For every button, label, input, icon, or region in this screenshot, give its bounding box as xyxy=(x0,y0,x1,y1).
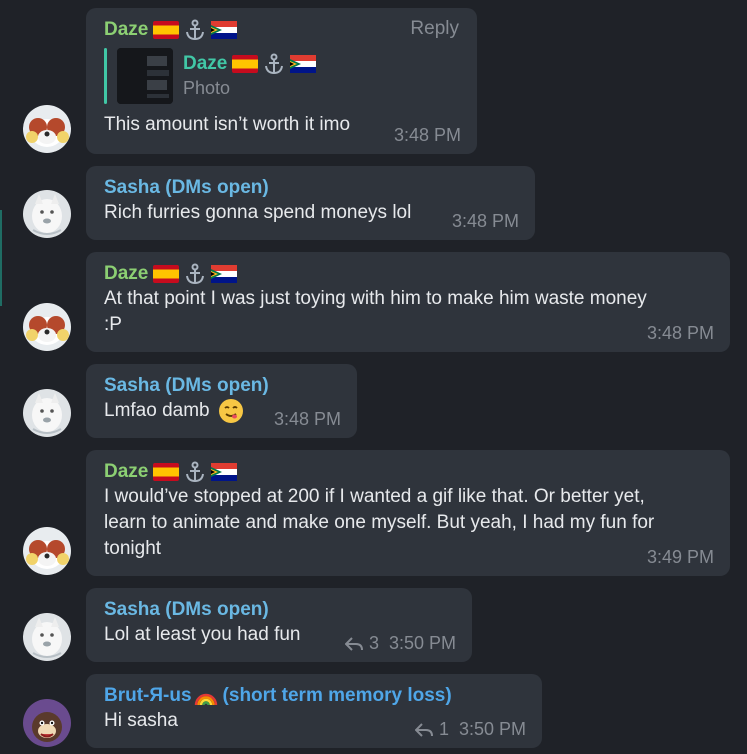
spain-flag-icon xyxy=(232,55,259,73)
avatar-daze[interactable] xyxy=(23,105,71,153)
avatar-sasha[interactable] xyxy=(23,190,71,238)
sender-label: Daze xyxy=(104,263,149,284)
sender-name[interactable]: Daze xyxy=(104,18,459,42)
anchor-icon xyxy=(186,19,205,41)
sender-name[interactable]: Daze xyxy=(104,262,712,286)
scroll-indicator xyxy=(0,210,2,306)
sender-name[interactable]: Brut-Я-us (short term memory loss) xyxy=(104,684,524,708)
message-text: Lmfao damb xyxy=(104,400,210,421)
message-text-line: I would’ve stopped at 200 if I wanted a … xyxy=(104,486,645,507)
message-text-line: tonight xyxy=(104,538,162,559)
avatar-brut[interactable] xyxy=(23,699,71,747)
sender-name[interactable]: Sasha (DMs open) xyxy=(104,598,454,622)
message-bubble[interactable]: Daze Reply Daze Photo This amount isn’t … xyxy=(86,8,477,154)
quote-sender-label: Daze xyxy=(183,53,228,74)
message-time: 3:48 PM xyxy=(646,323,714,343)
spain-flag-icon xyxy=(153,21,180,39)
message-time: 3:49 PM xyxy=(646,547,714,567)
message-meta: 3:48 PM xyxy=(394,125,461,146)
message-meta: 3 3:50 PM xyxy=(344,633,456,654)
quoted-message[interactable]: Daze Photo xyxy=(104,48,459,104)
message-meta: 1 3:50 PM xyxy=(414,719,526,740)
daze-avatar-image xyxy=(23,527,71,575)
message-text-line: :P xyxy=(104,314,122,335)
quote-accent-bar xyxy=(104,48,107,104)
spain-flag-icon xyxy=(153,463,180,481)
sender-name[interactable]: Daze xyxy=(104,460,712,484)
message-meta: 3:48 PM xyxy=(647,323,714,344)
message-bubble[interactable]: Daze At that point I was just toying wit… xyxy=(86,252,730,352)
message-bubble[interactable]: Brut-Я-us (short term memory loss) Hi sa… xyxy=(86,674,542,748)
message-meta: 3:48 PM xyxy=(274,409,341,430)
sender-label: Brut-Я-us xyxy=(104,685,192,706)
quote-photo-thumbnail[interactable] xyxy=(117,48,173,104)
sender-name[interactable]: Sasha (DMs open) xyxy=(104,374,339,398)
anchor-icon xyxy=(186,263,205,285)
anchor-icon xyxy=(186,461,205,483)
avatar-sasha[interactable] xyxy=(23,613,71,661)
message-bubble[interactable]: Sasha (DMs open) Rich furries gonna spen… xyxy=(86,166,535,240)
message-time: 3:48 PM xyxy=(393,125,461,145)
rainbow-icon xyxy=(194,693,217,706)
sasha-avatar-image xyxy=(23,389,71,437)
sender-note: (short term memory loss) xyxy=(222,685,452,706)
photo-thumbnail-image xyxy=(117,48,173,104)
reply-arrow-icon xyxy=(344,636,363,651)
reply-arrow-icon xyxy=(414,722,433,737)
sasha-avatar-image xyxy=(23,613,71,661)
message-time: 3:48 PM xyxy=(451,211,519,231)
daze-avatar-image xyxy=(23,303,71,351)
south-africa-flag-icon xyxy=(211,265,238,283)
message-bubble[interactable]: Sasha (DMs open) Lol at least you had fu… xyxy=(86,588,472,662)
sender-label: Daze xyxy=(104,19,149,40)
yum-face-emoji-icon xyxy=(218,399,243,423)
brut-avatar-image xyxy=(23,699,71,747)
reply-count-value: 3 xyxy=(368,633,379,653)
chat-view: Daze Reply Daze Photo This amount isn’t … xyxy=(0,0,747,754)
reply-count[interactable]: 1 xyxy=(414,719,449,740)
reply-count-value: 1 xyxy=(438,719,449,739)
south-africa-flag-icon xyxy=(211,21,238,39)
avatar-daze[interactable] xyxy=(23,527,71,575)
message-time: 3:50 PM xyxy=(388,633,456,653)
sender-label: Daze xyxy=(104,461,149,482)
message-time: 3:50 PM xyxy=(458,719,526,739)
message-meta: 3:48 PM xyxy=(452,211,519,232)
reply-button[interactable]: Reply xyxy=(410,18,459,40)
anchor-icon xyxy=(265,53,284,75)
south-africa-flag-icon xyxy=(290,55,317,73)
message-bubble[interactable]: Sasha (DMs open) Lmfao damb 3:48 PM xyxy=(86,364,357,438)
reply-count[interactable]: 3 xyxy=(344,633,379,654)
south-africa-flag-icon xyxy=(211,463,238,481)
message-meta: 3:49 PM xyxy=(647,547,714,568)
quote-type-label: Photo xyxy=(183,78,231,98)
message-text-line: learn to animate and make one myself. Bu… xyxy=(104,512,655,533)
message-bubble[interactable]: Daze I would’ve stopped at 200 if I want… xyxy=(86,450,730,576)
sasha-avatar-image xyxy=(23,190,71,238)
sender-name[interactable]: Sasha (DMs open) xyxy=(104,176,517,200)
avatar-daze[interactable] xyxy=(23,303,71,351)
message-time: 3:48 PM xyxy=(273,409,341,429)
message-text-line: At that point I was just toying with him… xyxy=(104,288,647,309)
daze-avatar-image xyxy=(23,105,71,153)
quote-sender-name: Daze xyxy=(183,52,317,76)
spain-flag-icon xyxy=(153,265,180,283)
avatar-sasha[interactable] xyxy=(23,389,71,437)
